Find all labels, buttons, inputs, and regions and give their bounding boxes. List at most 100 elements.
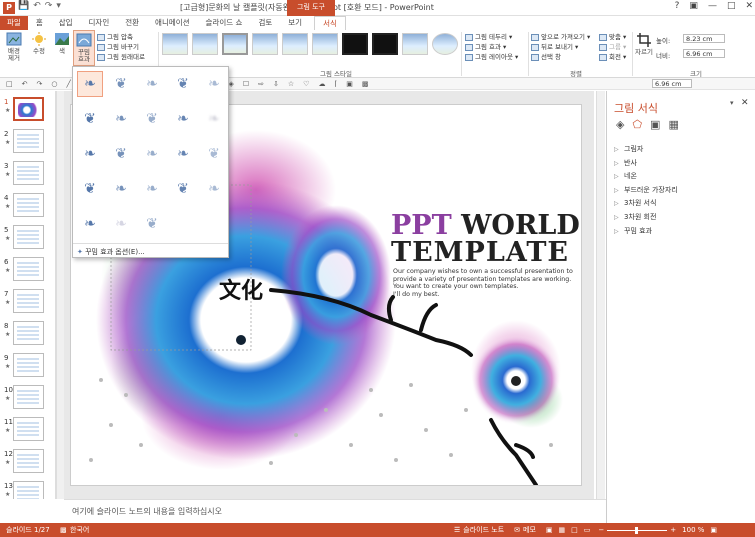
artistic-effect-option[interactable]: ❦ bbox=[139, 211, 165, 237]
artistic-effect-option[interactable]: ❧ bbox=[170, 141, 196, 167]
fill-line-icon[interactable]: ◈ bbox=[616, 118, 624, 131]
pane-section[interactable]: ▷ 그림자 bbox=[614, 144, 643, 154]
toolbar-size-input[interactable]: 6.96 cm bbox=[652, 79, 692, 88]
artistic-effect-option[interactable]: ❧ bbox=[77, 211, 103, 237]
save-icon[interactable]: 💾 bbox=[18, 1, 29, 15]
fit-slide-icon[interactable]: ▣ bbox=[710, 526, 717, 534]
corrections-button[interactable]: 수정 bbox=[28, 32, 50, 55]
language-status[interactable]: 한국어 bbox=[70, 525, 454, 535]
zoom-in-icon[interactable]: + bbox=[670, 526, 676, 534]
picture-style-thumb[interactable] bbox=[402, 33, 428, 55]
pane-options-icon[interactable]: ▾ bbox=[730, 99, 734, 107]
cloud-icon[interactable]: ☁ bbox=[318, 80, 325, 88]
notes-icon[interactable]: ☰ bbox=[454, 526, 460, 534]
tab-5[interactable]: 애니메이션 bbox=[147, 16, 198, 30]
maximize-icon[interactable]: □ bbox=[727, 1, 736, 11]
compress-pictures-button[interactable]: 그림 압축 bbox=[97, 32, 145, 42]
send-backward-button[interactable]: 뒤로 보내기 ▾ bbox=[531, 42, 590, 52]
align-button[interactable]: 맞춤 ▾ bbox=[599, 32, 626, 42]
shape-fill-icon[interactable]: ◈ bbox=[228, 80, 233, 88]
heart-icon[interactable]: ♡ bbox=[303, 80, 309, 88]
slide-thumbnail[interactable] bbox=[13, 449, 44, 473]
tab-1[interactable]: 홈 bbox=[28, 16, 51, 30]
picture-style-thumb[interactable] bbox=[342, 33, 368, 55]
artistic-effect-option[interactable]: ❦ bbox=[170, 71, 196, 97]
notes-pane[interactable]: 여기에 슬라이드 노트의 내용을 입력하십시오 bbox=[64, 499, 606, 523]
slide-thumbnail[interactable] bbox=[13, 353, 44, 377]
width-input[interactable]: 6.96 cm bbox=[683, 49, 725, 58]
picture-border-button[interactable]: 그림 테두리 ▾ bbox=[465, 32, 518, 42]
artistic-effect-option[interactable]: ❧ bbox=[108, 176, 134, 202]
customize-qat-icon[interactable]: ▾ bbox=[56, 1, 61, 15]
zoom-level[interactable]: 100 % bbox=[682, 526, 704, 534]
group-icon[interactable]: ▣ bbox=[346, 80, 353, 88]
text-box-icon[interactable]: □ bbox=[6, 80, 13, 88]
slide-thumbnail[interactable] bbox=[13, 193, 44, 217]
pane-section[interactable]: ▷ 3차원 서식 bbox=[614, 198, 656, 208]
picture-style-thumb[interactable] bbox=[192, 33, 218, 55]
reset-picture-button[interactable]: 그림 원래대로 bbox=[97, 52, 145, 62]
slide-thumbnail[interactable] bbox=[13, 417, 44, 441]
artistic-effect-option[interactable]: ❧ bbox=[77, 71, 103, 97]
artistic-effect-option[interactable]: ❧ bbox=[77, 141, 103, 167]
height-input[interactable]: 8.23 cm bbox=[683, 34, 725, 43]
slide-thumbnail[interactable] bbox=[13, 225, 44, 249]
effects-icon[interactable]: ⬠ bbox=[632, 118, 642, 131]
picture-style-thumb[interactable] bbox=[372, 33, 398, 55]
bracket-icon[interactable]: ⌈ bbox=[334, 80, 337, 88]
comments-icon[interactable]: ✉ bbox=[514, 526, 520, 534]
rotate-button[interactable]: 회전 ▾ bbox=[599, 52, 626, 62]
pane-section[interactable]: ▷ 꾸밈 효과 bbox=[614, 226, 652, 236]
group-button[interactable]: 그룹 ▾ bbox=[599, 42, 626, 52]
selection-pane-button[interactable]: 선택 창 bbox=[531, 52, 590, 62]
notes-button[interactable]: 슬라이드 노트 bbox=[463, 525, 504, 535]
picture-style-thumb[interactable] bbox=[222, 33, 248, 55]
redo-icon[interactable]: ↷ bbox=[45, 1, 53, 15]
artistic-effect-option[interactable]: ❧ bbox=[139, 71, 165, 97]
slide-thumbnail[interactable] bbox=[13, 129, 44, 153]
change-picture-button[interactable]: 그림 바꾸기 bbox=[97, 42, 145, 52]
artistic-effect-option[interactable]: ❧ bbox=[139, 141, 165, 167]
slide-body-text[interactable]: Our company wishes to own a successful p… bbox=[393, 268, 573, 298]
zoom-slider-thumb[interactable] bbox=[635, 526, 639, 534]
picture-icon[interactable]: ▦ bbox=[668, 118, 678, 131]
pane-close-icon[interactable]: ✕ bbox=[741, 98, 749, 108]
shape-outline-icon[interactable]: ☐ bbox=[243, 80, 249, 88]
help-icon[interactable]: ? bbox=[675, 1, 680, 11]
picture-style-thumb[interactable] bbox=[162, 33, 188, 55]
artistic-effect-option[interactable]: ❧ bbox=[108, 106, 134, 132]
pane-section[interactable]: ▷ 반사 bbox=[614, 158, 637, 168]
slide-thumbnail[interactable] bbox=[13, 289, 44, 313]
artistic-effect-option[interactable]: ❦ bbox=[108, 71, 134, 97]
minimize-icon[interactable]: — bbox=[708, 1, 717, 11]
slide-thumbnail[interactable] bbox=[13, 161, 44, 185]
bring-forward-button[interactable]: 앞으로 가져오기 ▾ bbox=[531, 32, 590, 42]
tab-0[interactable]: 파일 bbox=[0, 16, 28, 30]
picture-style-thumb[interactable] bbox=[252, 33, 278, 55]
tab-8[interactable]: 보기 bbox=[280, 16, 310, 30]
star-icon[interactable]: ☆ bbox=[288, 80, 294, 88]
tab-7[interactable]: 검토 bbox=[250, 16, 280, 30]
undo-icon[interactable]: ↶ bbox=[33, 1, 41, 15]
slide-thumbnail[interactable] bbox=[13, 97, 44, 121]
artistic-effect-option[interactable]: ❦ bbox=[108, 141, 134, 167]
artistic-effect-option[interactable]: ❧ bbox=[201, 71, 227, 97]
pane-section[interactable]: ▷ 네온 bbox=[614, 171, 637, 181]
spellcheck-icon[interactable]: ▩ bbox=[60, 526, 70, 534]
ribbon-display-icon[interactable]: ▣ bbox=[689, 1, 698, 11]
arrow-right-icon[interactable]: ⇨ bbox=[258, 80, 264, 88]
slide-title-line2[interactable]: TEMPLATE bbox=[391, 237, 569, 268]
artistic-effect-option[interactable]: ❧ bbox=[108, 211, 134, 237]
picture-layout-button[interactable]: 그림 레이아웃 ▾ bbox=[465, 52, 518, 62]
remove-background-button[interactable]: 배경 제거 bbox=[4, 32, 24, 62]
crop-button[interactable]: 자르기 bbox=[635, 33, 653, 56]
slide-thumbnail[interactable] bbox=[13, 321, 44, 345]
zoom-out-icon[interactable]: − bbox=[598, 526, 604, 534]
close-icon[interactable]: ✕ bbox=[745, 1, 753, 11]
artistic-effect-option[interactable]: ❦ bbox=[139, 106, 165, 132]
artistic-effect-option[interactable]: ❧ bbox=[139, 176, 165, 202]
reading-view-icon[interactable]: □ bbox=[571, 526, 578, 534]
color-button[interactable]: 색 bbox=[52, 32, 72, 55]
slide-thumbnail[interactable] bbox=[13, 385, 44, 409]
artistic-effect-option[interactable]: ❦ bbox=[170, 176, 196, 202]
